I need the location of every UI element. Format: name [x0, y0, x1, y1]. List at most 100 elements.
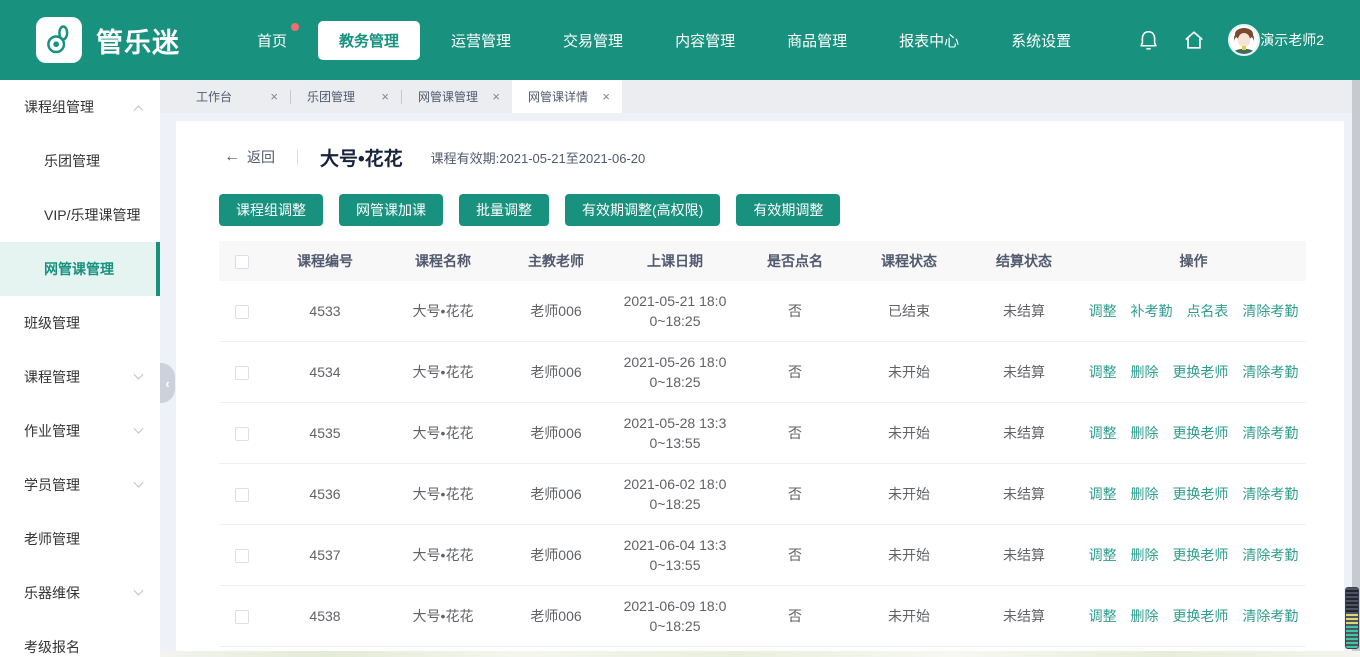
detail-card: ← 返回 大号•花花 课程有效期:2021-05-21至2021-06-20 课…: [176, 121, 1344, 657]
table-row: 4536 大号•花花 老师006 2021-06-02 18:00~18:25 …: [219, 464, 1306, 525]
table-row: 4534 大号•花花 老师006 2021-05-26 18:00~18:25 …: [219, 342, 1306, 403]
top-navbar: 管乐迷 首页 教务管理 运营管理 交易管理 内容管理 商品管理 报表中心 系统设…: [0, 0, 1360, 80]
back-button[interactable]: ← 返回: [224, 147, 275, 167]
course-table: 课程编号 课程名称 主教老师 上课日期 是否点名 课程状态 结算状态 操作 45…: [219, 241, 1306, 647]
close-icon[interactable]: ×: [270, 90, 278, 103]
change-teacher-link[interactable]: 更换老师: [1172, 364, 1228, 380]
clear-attendance-link[interactable]: 清除考勤: [1242, 608, 1298, 624]
nav-item-home[interactable]: 首页: [236, 21, 308, 60]
notification-dot: [291, 23, 299, 31]
delete-link[interactable]: 删除: [1131, 364, 1159, 380]
validity-adjust-button[interactable]: 有效期调整: [736, 194, 840, 226]
roll-call-sheet-link[interactable]: 点名表: [1186, 303, 1228, 319]
course-validity: 课程有效期:2021-05-21至2021-06-20: [431, 148, 646, 167]
table-row: 4538 大号•花花 老师006 2021-06-09 18:00~18:25 …: [219, 586, 1306, 647]
chevron-down-icon: [134, 585, 144, 595]
close-icon[interactable]: ×: [492, 90, 500, 103]
close-icon[interactable]: ×: [602, 90, 610, 103]
change-teacher-link[interactable]: 更换老师: [1172, 425, 1228, 441]
bell-icon[interactable]: [1136, 28, 1160, 52]
sidebar-item-vip-theory-mgmt[interactable]: VIP/乐理课管理: [0, 188, 160, 242]
user-menu[interactable]: 演示老师2: [1228, 24, 1324, 56]
clear-attendance-link[interactable]: 清除考勤: [1242, 364, 1298, 380]
batch-adjust-button[interactable]: 批量调整: [459, 194, 549, 226]
vertical-scrollbar[interactable]: [1352, 80, 1360, 657]
table-row: 4533 大号•花花 老师006 2021-05-21 18:00~18:25 …: [219, 281, 1306, 342]
content-area: ← 返回 大号•花花 课程有效期:2021-05-21至2021-06-20 课…: [160, 113, 1360, 657]
row-checkbox[interactable]: [235, 305, 249, 319]
change-teacher-link[interactable]: 更换老师: [1172, 486, 1228, 502]
scroll-minimap-widget: [1345, 587, 1359, 649]
clear-attendance-link[interactable]: 清除考勤: [1242, 486, 1298, 502]
clear-attendance-link[interactable]: 清除考勤: [1242, 303, 1298, 319]
main-menu: 首页 教务管理 运营管理 交易管理 内容管理 商品管理 报表中心 系统设置: [236, 21, 1136, 60]
nav-item-reports[interactable]: 报表中心: [878, 21, 980, 60]
chevron-down-icon: [134, 369, 144, 379]
toolbar: 课程组调整 网管课加课 批量调整 有效期调整(高权限) 有效期调整: [219, 194, 1306, 226]
course-group-adjust-button[interactable]: 课程组调整: [219, 194, 323, 226]
change-teacher-link[interactable]: 更换老师: [1172, 547, 1228, 563]
sidebar: 课程组管理 乐团管理 VIP/乐理课管理 网管课管理 班级管理 课程管理 作业管…: [0, 80, 160, 657]
makeup-attendance-link[interactable]: 补考勤: [1131, 303, 1173, 319]
nav-item-settings[interactable]: 系统设置: [990, 21, 1092, 60]
user-name: 演示老师2: [1260, 30, 1324, 50]
row-checkbox[interactable]: [235, 488, 249, 502]
row-checkbox[interactable]: [235, 427, 249, 441]
adjust-link[interactable]: 调整: [1089, 425, 1117, 441]
validity-adjust-privileged-button[interactable]: 有效期调整(高权限): [565, 194, 720, 226]
avatar: [1228, 24, 1260, 56]
nav-item-products[interactable]: 商品管理: [766, 21, 868, 60]
add-online-class-button[interactable]: 网管课加课: [339, 194, 443, 226]
navbar-right: 演示老师2: [1136, 24, 1324, 56]
sidebar-item-online-course-mgmt[interactable]: 网管课管理: [0, 242, 160, 296]
row-checkbox[interactable]: [235, 366, 249, 380]
chevron-down-icon: [134, 477, 144, 487]
nav-item-operations[interactable]: 运营管理: [430, 21, 532, 60]
tab-online-course-detail[interactable]: 网管课详情 ×: [512, 80, 622, 113]
change-teacher-link[interactable]: 更换老师: [1172, 608, 1228, 624]
sidebar-item-course-group-mgmt[interactable]: 课程组管理: [0, 80, 160, 134]
row-checkbox[interactable]: [235, 610, 249, 624]
delete-link[interactable]: 删除: [1131, 486, 1159, 502]
back-arrow-icon: ←: [224, 148, 240, 166]
delete-link[interactable]: 删除: [1131, 425, 1159, 441]
nav-item-content[interactable]: 内容管理: [654, 21, 756, 60]
tab-bar: 工作台 × 乐团管理 × 网管课管理 × 网管课详情 ×: [160, 80, 1360, 113]
delete-link[interactable]: 删除: [1131, 547, 1159, 563]
divider: [297, 149, 298, 165]
chevron-up-icon: [134, 105, 144, 115]
tab-orchestra-mgmt[interactable]: 乐团管理 ×: [291, 80, 401, 113]
page-title: 大号•花花: [320, 144, 403, 171]
sidebar-item-class-mgmt[interactable]: 班级管理: [0, 296, 160, 350]
tab-workbench[interactable]: 工作台 ×: [180, 80, 290, 113]
adjust-link[interactable]: 调整: [1089, 547, 1117, 563]
sidebar-item-grade-exam-signup[interactable]: 考级报名: [0, 620, 160, 657]
sidebar-item-homework-mgmt[interactable]: 作业管理: [0, 404, 160, 458]
brand-logo[interactable]: 管乐迷: [36, 17, 180, 63]
adjust-link[interactable]: 调整: [1089, 608, 1117, 624]
sidebar-item-instrument-maintenance[interactable]: 乐器维保: [0, 566, 160, 620]
close-icon[interactable]: ×: [381, 90, 389, 103]
detail-header: ← 返回 大号•花花 课程有效期:2021-05-21至2021-06-20: [224, 142, 1306, 172]
home-icon[interactable]: [1182, 28, 1206, 52]
brand-name: 管乐迷: [96, 21, 180, 60]
sidebar-item-teacher-mgmt[interactable]: 老师管理: [0, 512, 160, 566]
sidebar-item-orchestra-mgmt[interactable]: 乐团管理: [0, 134, 160, 188]
delete-link[interactable]: 删除: [1131, 608, 1159, 624]
row-checkbox[interactable]: [235, 549, 249, 563]
sidebar-item-course-mgmt[interactable]: 课程管理: [0, 350, 160, 404]
horizontal-scroll-strip: [160, 651, 1360, 657]
table-header-row: 课程编号 课程名称 主教老师 上课日期 是否点名 课程状态 结算状态 操作: [219, 241, 1306, 281]
clear-attendance-link[interactable]: 清除考勤: [1242, 547, 1298, 563]
sidebar-item-student-mgmt[interactable]: 学员管理: [0, 458, 160, 512]
adjust-link[interactable]: 调整: [1089, 364, 1117, 380]
select-all-checkbox[interactable]: [235, 255, 249, 269]
chevron-down-icon: [134, 423, 144, 433]
tab-online-course-mgmt[interactable]: 网管课管理 ×: [402, 80, 512, 113]
nav-item-transactions[interactable]: 交易管理: [542, 21, 644, 60]
adjust-link[interactable]: 调整: [1089, 303, 1117, 319]
nav-item-academic[interactable]: 教务管理: [318, 21, 420, 60]
adjust-link[interactable]: 调整: [1089, 486, 1117, 502]
clear-attendance-link[interactable]: 清除考勤: [1242, 425, 1298, 441]
tuba-logo-icon: [36, 17, 82, 63]
